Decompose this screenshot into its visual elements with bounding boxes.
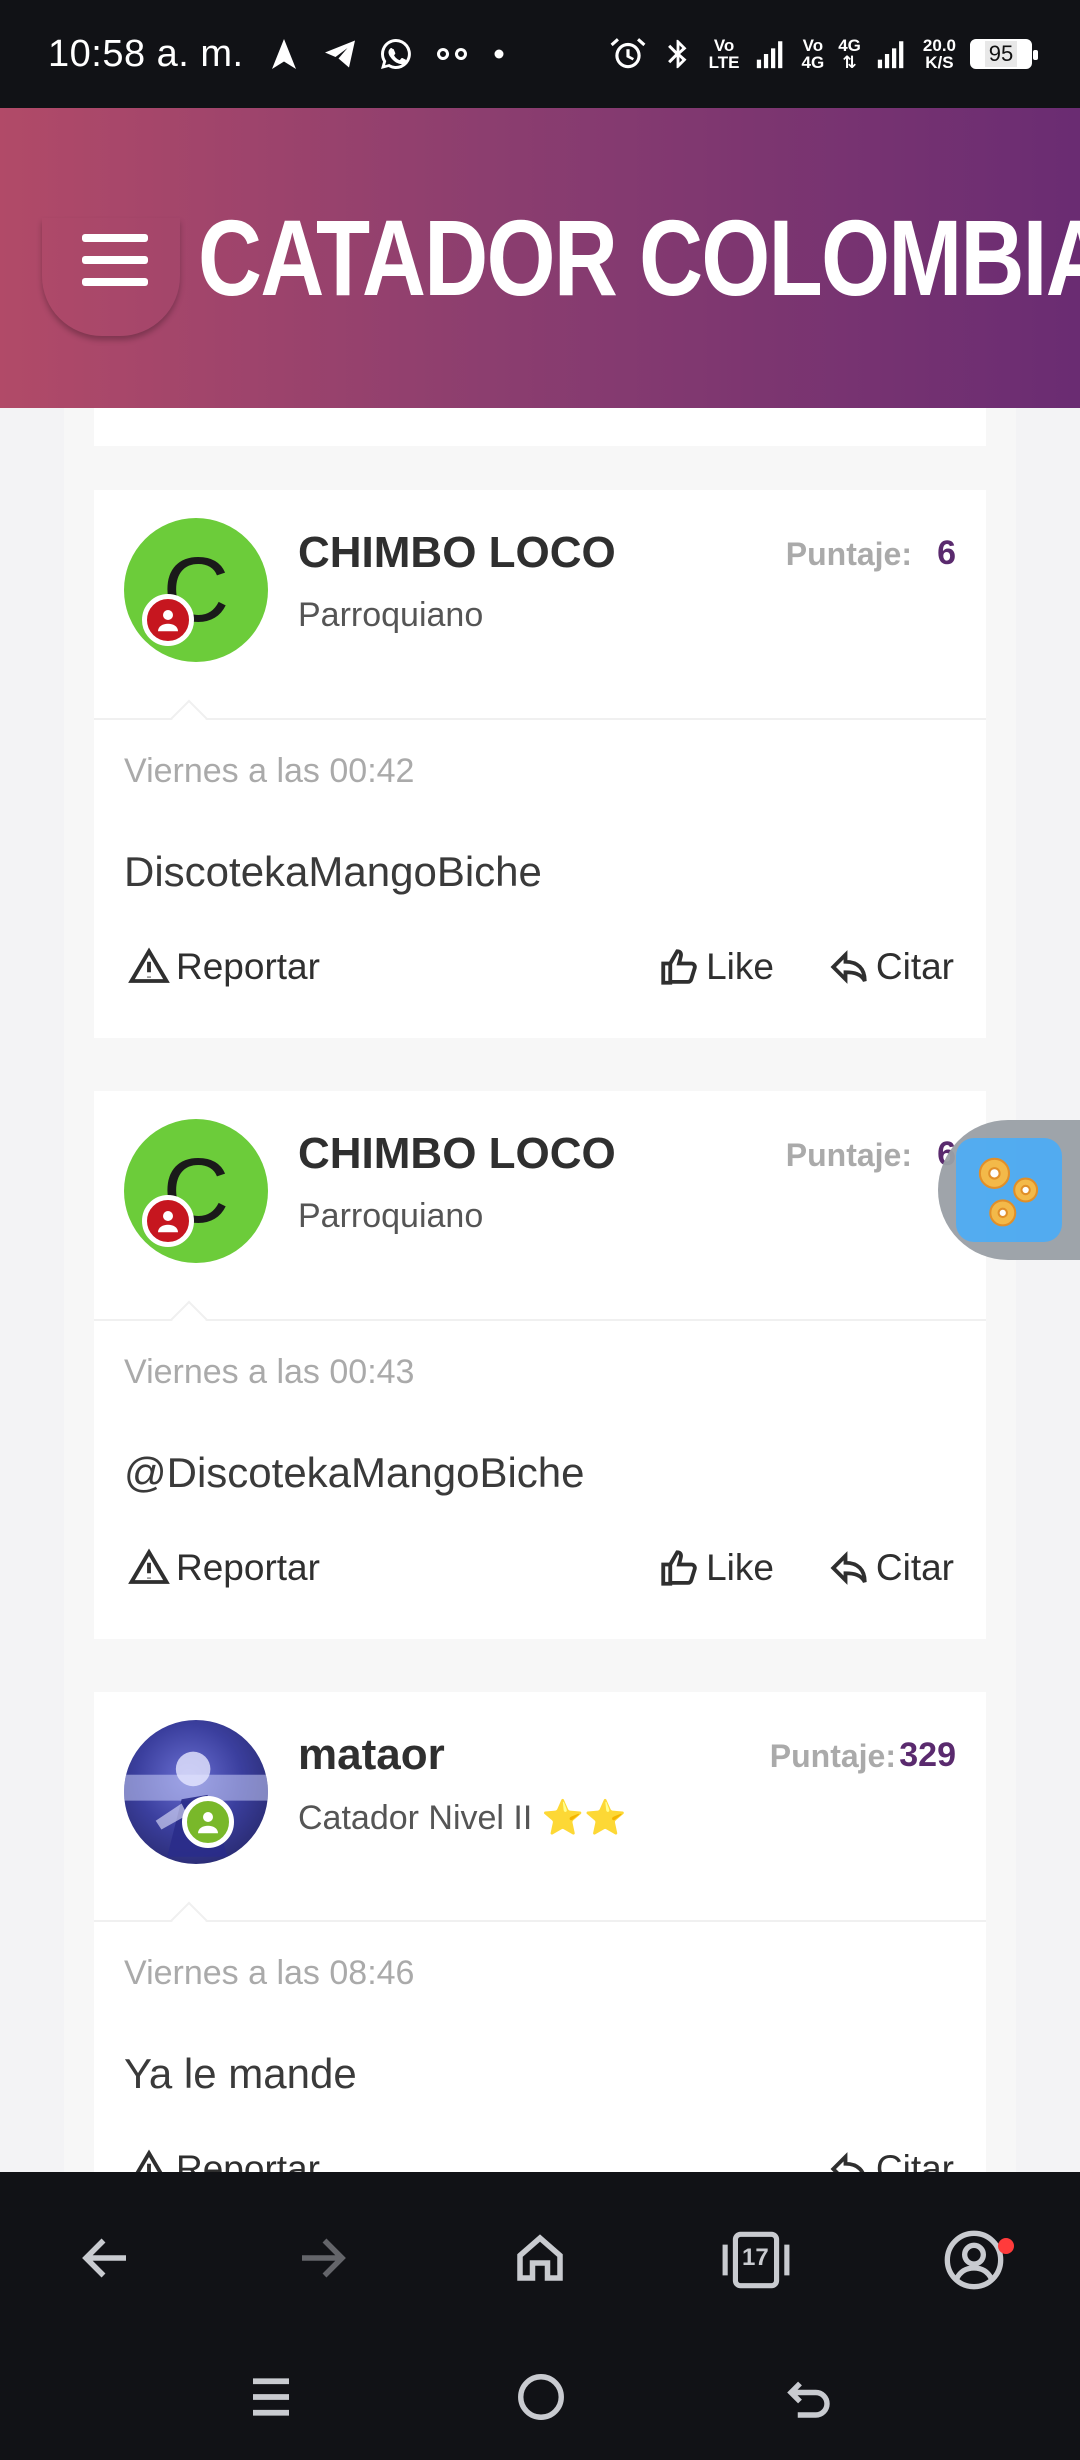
status-time: 10:58 a. m. [48,32,244,75]
post-body: Viernes a las 00:43 @DiscotekaMangoBiche… [94,1321,986,1639]
post-date: Viernes a las 08:46 [124,1954,415,1992]
reply-icon [830,950,867,984]
home-circle-icon[interactable] [514,2370,568,2424]
user-badge-icon [142,594,194,646]
post-message: Ya le mande [124,2050,357,2097]
browser-toolbar: 17 [0,2172,1080,2342]
gears-icon [956,1138,1062,1242]
user-rank: Parroquiano [298,1197,484,1235]
post-body: Viernes a las 00:42 DiscotekaMangoBiche … [94,720,986,1038]
status-bar: 10:58 a. m. Vo LTE Vo 4G 4G ⇅ 20.0 K/S 95 [0,0,1080,108]
score-value: 329 [899,1736,956,1774]
post-actions: Reportar Like Citar [94,1547,986,1607]
like-button[interactable]: Like [658,946,774,988]
report-button[interactable]: Reportar [128,1547,320,1589]
thumbs-up-icon [661,949,697,985]
avatar[interactable]: C [124,518,268,662]
post-header: C CHIMBO LOCO Parroquiano Puntaje: 6 [94,1091,986,1338]
network-speed: 20.0 K/S [922,36,956,72]
volte-indicator-2: Vo 4G [801,36,825,72]
user-rank: Parroquiano [298,596,484,634]
thumbs-up-icon [661,1550,697,1586]
signal-icon-2 [877,41,904,69]
navigation-arrow-icon [271,39,296,69]
username[interactable]: mataor [298,1730,445,1780]
warning-icon [135,2149,163,2172]
volte-indicator: Vo LTE [708,36,740,72]
floating-settings-button[interactable] [938,1120,1080,1260]
post-date: Viernes a las 00:42 [124,752,415,790]
menu-button[interactable] [42,218,180,336]
notification-icons [266,36,508,72]
quote-button[interactable]: Citar [828,1547,954,1589]
post-header: C CHIMBO LOCO Parroquiano Puntaje: 6 [94,490,986,737]
reply-icon [830,2152,865,2172]
username[interactable]: CHIMBO LOCO [298,528,616,578]
post-actions: Reportar Citar [94,2148,986,2172]
alarm-icon [610,38,646,69]
hamburger-icon [82,234,148,300]
forward-arrow-icon[interactable] [292,2228,352,2288]
quote-button[interactable]: Citar [828,2148,954,2172]
post-card: C CHIMBO LOCO Parroquiano Puntaje: 6 Vie… [94,1091,986,1639]
post-body: Viernes a las 08:46 Ya le mande Reportar… [94,1922,986,2172]
tabs-count: 17 [742,2244,769,2271]
user-badge-icon [142,1195,194,1247]
back-arrow-icon[interactable] [76,2228,136,2288]
telegram-icon [324,40,355,68]
post-header: mataor Catador Nivel II ⭐⭐ Puntaje: 329 [94,1692,986,1939]
previous-post-bottom [94,408,986,446]
score-label: Puntaje: [769,1738,896,1774]
like-button[interactable]: Like [658,1547,774,1589]
site-title: CATADOR COLOMBIA [198,197,1080,318]
signal-icon [756,41,782,69]
battery-icon: 95 [970,39,1038,69]
post-actions: Reportar Like Citar [94,946,986,1006]
bottom-navigation: 17 [0,2172,1080,2460]
profile-icon[interactable] [942,2228,1006,2292]
back-icon[interactable] [782,2370,836,2424]
post-card: C CHIMBO LOCO Parroquiano Puntaje: 6 Vie… [94,490,986,1038]
recents-icon[interactable] [244,2370,298,2424]
username[interactable]: CHIMBO LOCO [298,1129,616,1179]
post-date: Viernes a las 00:43 [124,1353,415,1391]
warning-icon [128,1548,170,1584]
avatar[interactable]: C [124,1119,268,1263]
report-button[interactable]: Reportar [128,946,320,988]
score-label: Puntaje: [785,1137,912,1173]
quote-button[interactable]: Citar [828,946,954,988]
dot-icon [494,49,504,59]
thread-content[interactable]: C CHIMBO LOCO Parroquiano Puntaje: 6 Vie… [64,408,1016,2172]
user-badge-icon [182,1796,234,1848]
post-message: DiscotekaMangoBiche [124,848,542,895]
post-message: @DiscotekaMangoBiche [124,1449,585,1496]
score-label: Puntaje: [785,536,912,572]
score-value: 6 [937,534,956,572]
network-type: 4G ⇅ [838,36,861,72]
whatsapp-icon [380,39,411,69]
voicemail-icon [436,48,467,60]
app-header: CATADOR COLOMBIA [0,108,1080,408]
home-icon[interactable] [510,2228,570,2288]
user-rank: Catador Nivel II ⭐⭐ [298,1799,627,1837]
post-card: mataor Catador Nivel II ⭐⭐ Puntaje: 329 … [94,1692,986,2172]
warning-icon [128,947,170,983]
notification-dot [998,2238,1014,2254]
report-button[interactable]: Reportar [128,2148,320,2172]
bluetooth-icon [667,39,687,69]
reply-icon [830,1551,867,1585]
system-icons: Vo LTE Vo 4G 4G ⇅ 20.0 K/S 95 [609,35,1038,73]
